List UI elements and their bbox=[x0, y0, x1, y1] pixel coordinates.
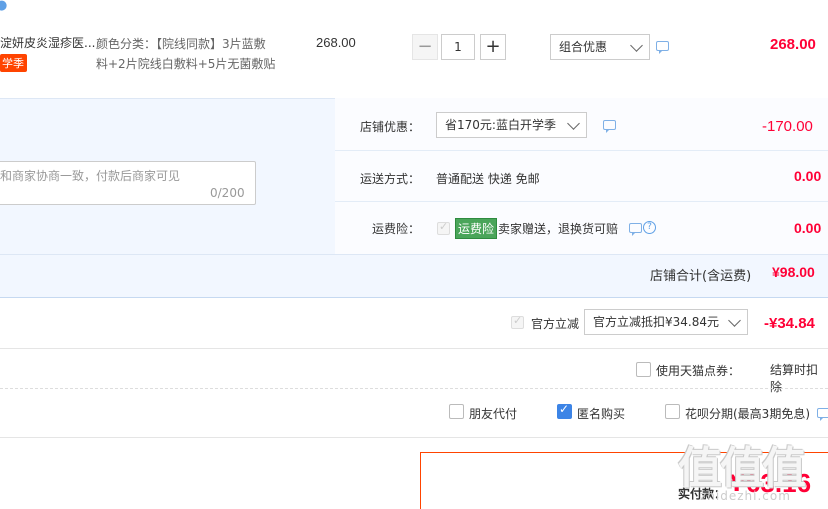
shop-divider bbox=[335, 201, 828, 202]
insurance-tag: 运费险 bbox=[455, 218, 498, 239]
section-divider bbox=[0, 388, 828, 389]
official-discount-value: -¥34.84 bbox=[764, 315, 815, 332]
points-label: 使用天猫点券： bbox=[656, 364, 741, 378]
huabei-label[interactable]: 花呗分期(最高3期免息) bbox=[685, 405, 810, 422]
help-icon[interactable]: ? bbox=[643, 221, 656, 234]
bundle-select[interactable]: 组合优惠 bbox=[550, 34, 650, 60]
shipping-price: 0.00 bbox=[794, 168, 822, 184]
shop-discount-value: -170.00 bbox=[762, 118, 813, 135]
watermark-url: zhidezhi.com bbox=[700, 489, 791, 503]
insurance-checkbox bbox=[437, 220, 450, 235]
official-discount-select-value: 官方立减抵扣¥34.84元 bbox=[593, 315, 719, 329]
note-counter: 0/200 bbox=[210, 186, 245, 200]
shop-total-label: 店铺合计(含运费) bbox=[650, 269, 752, 284]
unit-price: 268.00 bbox=[316, 35, 356, 50]
insurance-price: 0.00 bbox=[794, 220, 822, 236]
sku-line-1: 颜色分类：【院线同款】3片蓝敷 bbox=[96, 37, 266, 51]
section-divider bbox=[0, 348, 828, 349]
bundle-select-value: 组合优惠 bbox=[559, 40, 608, 54]
shop-discount-select[interactable]: 省170元:蓝白开学季 bbox=[436, 112, 587, 138]
subtotal: 268.00 bbox=[770, 36, 816, 53]
shop-total-value: ¥98.00 bbox=[772, 264, 815, 280]
sku-line-2: 料+2片院线白敷料+5片无菌敷贴 bbox=[96, 57, 276, 71]
insurance-label: 运费险： bbox=[372, 222, 421, 236]
friend-pay-label[interactable]: 朋友代付 bbox=[469, 405, 517, 422]
friend-pay-checkbox[interactable] bbox=[449, 404, 464, 419]
product-title[interactable]: 淀妍皮炎湿疹医... bbox=[0, 34, 95, 51]
official-discount-checkbox bbox=[511, 314, 524, 329]
message-icon[interactable] bbox=[656, 41, 669, 54]
message-icon[interactable] bbox=[629, 223, 642, 236]
points-note: 结算时扣除 bbox=[770, 363, 819, 394]
qty-plus-button[interactable]: + bbox=[480, 34, 506, 60]
shipping-label: 运送方式： bbox=[360, 172, 421, 186]
shop-discount-label: 店铺优惠： bbox=[360, 120, 421, 134]
chevron-down-icon bbox=[567, 117, 580, 130]
anonymous-label[interactable]: 匿名购买 bbox=[577, 405, 625, 422]
shop-divider bbox=[335, 150, 828, 151]
anonymous-checkbox[interactable] bbox=[557, 402, 572, 419]
info-icon: ● bbox=[0, 0, 8, 13]
note-placeholder: 和商家协商一致，付款后商家可见 bbox=[0, 169, 181, 183]
chevron-down-icon bbox=[728, 314, 741, 327]
shop-divider bbox=[0, 254, 828, 255]
official-discount-label: 官方立减 bbox=[531, 317, 580, 331]
insurance-desc: 卖家赠送，退换货可赔 bbox=[498, 222, 619, 236]
promo-tag: 学季 bbox=[0, 54, 27, 72]
shipping-value: 普通配送 快递 免邮 bbox=[436, 172, 540, 186]
message-icon[interactable] bbox=[603, 120, 616, 133]
huabei-checkbox[interactable] bbox=[665, 404, 680, 419]
message-icon[interactable] bbox=[817, 408, 828, 421]
chevron-down-icon bbox=[630, 39, 643, 52]
watermark-logo: 值值值 bbox=[678, 443, 806, 494]
points-checkbox[interactable] bbox=[636, 362, 651, 377]
shop-discount-select-value: 省170元:蓝白开学季 bbox=[445, 118, 556, 132]
official-discount-select[interactable]: 官方立减抵扣¥34.84元 bbox=[584, 309, 748, 335]
qty-minus-button[interactable]: − bbox=[412, 34, 438, 60]
qty-input[interactable]: 1 bbox=[441, 34, 475, 60]
